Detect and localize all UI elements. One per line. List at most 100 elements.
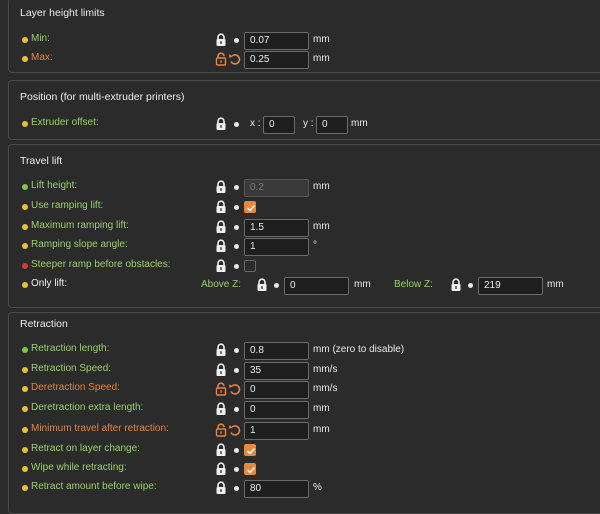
lock-open-icon[interactable] — [214, 382, 228, 396]
status-dot-green — [22, 184, 28, 190]
max-ramping-lift-unit: mm — [313, 221, 330, 232]
retraction-length-input[interactable]: 0.8 — [244, 342, 309, 360]
status-dot-yellow — [22, 386, 28, 392]
min-label: Min: — [31, 33, 50, 44]
bullet-icon — [234, 225, 239, 230]
y-label: y : — [303, 118, 314, 129]
row-min-travel-after-retraction: Minimum travel after retraction: 1 mm — [0, 422, 600, 440]
steeper-ramp-checkbox[interactable] — [244, 260, 256, 272]
status-dot-yellow — [22, 466, 28, 472]
lock-closed-icon[interactable] — [214, 180, 228, 194]
ramping-slope-angle-label: Ramping slope angle: — [31, 239, 128, 250]
row-max-layer-height: Max: 0.25 mm — [0, 51, 600, 69]
bullet-icon — [234, 185, 239, 190]
retraction-speed-input[interactable]: 35 — [244, 362, 309, 380]
status-dot-yellow — [22, 204, 28, 210]
section-title-retraction: Retraction — [20, 318, 68, 330]
row-only-lift: Only lift: Above Z: 0 mm Below Z: 219 mm — [0, 277, 600, 295]
deretraction-speed-input[interactable]: 0 — [244, 381, 309, 399]
lock-closed-icon[interactable] — [214, 443, 228, 457]
lock-open-icon[interactable] — [214, 52, 228, 66]
lock-closed-icon[interactable] — [214, 33, 228, 47]
checkmark-icon — [246, 446, 256, 456]
lock-closed-icon[interactable] — [214, 200, 228, 214]
status-dot-red — [22, 263, 28, 269]
status-dot-yellow — [22, 427, 28, 433]
lock-closed-icon[interactable] — [449, 278, 463, 292]
retract-on-layer-change-checkbox[interactable] — [244, 444, 256, 456]
lock-closed-icon[interactable] — [214, 481, 228, 495]
row-min-layer-height: Min: 0.07 mm — [0, 32, 600, 50]
status-dot-yellow — [22, 406, 28, 412]
steeper-ramp-label: Steeper ramp before obstacles: — [31, 259, 171, 270]
undo-icon[interactable] — [228, 52, 242, 66]
status-dot-yellow — [22, 485, 28, 491]
max-ramping-lift-input[interactable]: 1.5 — [244, 219, 309, 237]
above-z-input[interactable]: 0 — [284, 277, 349, 295]
below-z-input[interactable]: 219 — [478, 277, 543, 295]
use-ramping-lift-checkbox[interactable] — [244, 201, 256, 213]
min-layer-height-input[interactable]: 0.07 — [244, 32, 309, 50]
row-max-ramping-lift: Maximum ramping lift: 1.5 mm — [0, 219, 600, 237]
lock-closed-icon[interactable] — [214, 220, 228, 234]
undo-icon[interactable] — [228, 382, 242, 396]
row-extruder-offset: Extruder offset: x : 0 y : 0 mm — [0, 116, 600, 134]
only-lift-label: Only lift: — [31, 278, 68, 289]
undo-icon[interactable] — [228, 423, 242, 437]
status-dot-yellow — [22, 56, 28, 62]
row-retraction-length: Retraction length: 0.8 mm (zero to disab… — [0, 342, 600, 360]
row-ramping-slope-angle: Ramping slope angle: 1 ° — [0, 238, 600, 256]
min-unit: mm — [313, 34, 330, 45]
lock-closed-icon[interactable] — [214, 462, 228, 476]
deretraction-extra-length-input[interactable]: 0 — [244, 401, 309, 419]
lift-height-label: Lift height: — [31, 180, 78, 191]
bullet-icon — [234, 264, 239, 269]
row-deretraction-speed: Deretraction Speed: 0 mm/s — [0, 381, 600, 399]
deretraction-speed-label: Deretraction Speed: — [31, 382, 120, 393]
row-wipe-while-retracting: Wipe while retracting: — [0, 461, 600, 479]
lock-closed-icon[interactable] — [214, 259, 228, 273]
min-travel-after-retraction-unit: mm — [313, 424, 330, 435]
status-dot-green — [22, 347, 28, 353]
min-travel-after-retraction-input[interactable]: 1 — [244, 422, 309, 440]
bullet-icon — [468, 283, 473, 288]
row-deretraction-extra-length: Deretraction extra length: 0 mm — [0, 401, 600, 419]
wipe-while-retracting-checkbox[interactable] — [244, 463, 256, 475]
lock-closed-icon[interactable] — [214, 343, 228, 357]
ramping-slope-angle-input[interactable]: 1 — [244, 238, 309, 256]
lock-closed-icon[interactable] — [214, 402, 228, 416]
lock-closed-icon[interactable] — [214, 363, 228, 377]
status-dot-yellow — [22, 121, 28, 127]
bullet-icon — [234, 122, 239, 127]
lock-open-icon[interactable] — [214, 423, 228, 437]
deretraction-speed-unit: mm/s — [313, 383, 338, 394]
deretraction-extra-length-label: Deretraction extra length: — [31, 402, 144, 413]
extruder-offset-y-input[interactable]: 0 — [316, 116, 348, 134]
retraction-speed-label: Retraction Speed: — [31, 363, 112, 374]
bullet-icon — [234, 407, 239, 412]
extruder-offset-x-input[interactable]: 0 — [263, 116, 295, 134]
lock-closed-icon[interactable] — [255, 278, 269, 292]
lift-height-unit: mm — [313, 181, 330, 192]
lock-closed-icon[interactable] — [214, 117, 228, 131]
status-dot-yellow — [22, 37, 28, 43]
above-z-unit: mm — [354, 279, 371, 290]
max-layer-height-input[interactable]: 0.25 — [244, 51, 309, 69]
section-title-layer-height-limits: Layer height limits — [20, 7, 105, 19]
row-retract-amount-before-wipe: Retract amount before wipe: 80 % — [0, 480, 600, 498]
row-use-ramping-lift: Use ramping lift: — [0, 199, 600, 217]
row-lift-height: Lift height: 0.2 mm — [0, 179, 600, 197]
lift-height-input[interactable]: 0.2 — [244, 179, 309, 197]
x-label: x : — [250, 118, 261, 129]
retraction-length-label: Retraction length: — [31, 343, 110, 354]
max-label: Max: — [31, 52, 53, 63]
bullet-icon — [274, 283, 279, 288]
bullet-icon — [234, 448, 239, 453]
row-retract-on-layer-change: Retract on layer change: — [0, 442, 600, 460]
retract-amount-before-wipe-input[interactable]: 80 — [244, 480, 309, 498]
retraction-length-unit: mm (zero to disable) — [313, 344, 405, 355]
retract-on-layer-change-label: Retract on layer change: — [31, 443, 140, 454]
lock-closed-icon[interactable] — [214, 239, 228, 253]
checkmark-icon — [246, 465, 256, 475]
retract-amount-before-wipe-unit: % — [313, 482, 322, 493]
